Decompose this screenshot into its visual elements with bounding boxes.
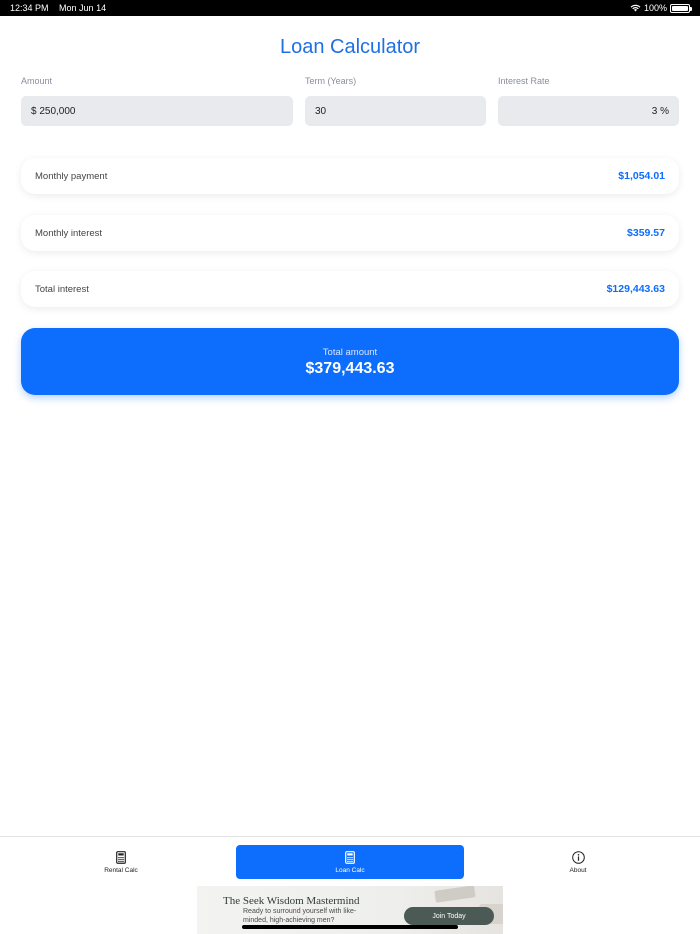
term-label: Term (Years) (305, 76, 357, 86)
calculator-icon (345, 850, 355, 864)
tab-bar: Rental Calc Loan Calc About (0, 836, 700, 885)
status-left: 12:34 PM Mon Jun 14 (10, 3, 114, 13)
monthly-interest-card: Monthly interest $359.57 (21, 215, 679, 251)
amount-label: Amount (21, 76, 53, 86)
tab-loan-calc[interactable]: Loan Calc (236, 845, 464, 879)
term-field[interactable]: 30 (305, 96, 486, 126)
tab-about-label: About (569, 866, 587, 874)
monthly-payment-label: Monthly payment (35, 170, 108, 182)
total-interest-value: $129,443.63 (606, 283, 665, 295)
monthly-interest-value: $359.57 (627, 227, 665, 239)
total-amount-card: Total amount $379,443.63 (21, 328, 679, 395)
monthly-payment-card: Monthly payment $1,054.01 (21, 158, 679, 194)
battery-percent: 100% (643, 3, 667, 13)
total-amount-value: $379,443.63 (305, 360, 395, 377)
page-title: Loan Calculator (279, 36, 421, 58)
total-amount-label: Total amount (322, 347, 378, 358)
rate-label: Interest Rate (498, 76, 550, 86)
status-time: 12:34 PM (10, 3, 49, 13)
ad-join-button[interactable]: Join Today (404, 907, 494, 925)
monthly-interest-label: Monthly interest (35, 227, 103, 239)
ad-decoration (434, 886, 476, 903)
total-interest-label: Total interest (35, 283, 89, 295)
tab-rental-calc-label: Rental Calc (104, 866, 138, 874)
amount-field[interactable]: $ 250,000 (21, 96, 293, 126)
status-bar: 12:34 PM Mon Jun 14 100% (0, 0, 700, 16)
ad-subtitle: Ready to surround yourself with like-min… (243, 908, 357, 924)
tab-about[interactable]: About (521, 845, 635, 879)
home-indicator[interactable] (242, 925, 458, 929)
status-right: 100% (630, 3, 692, 13)
monthly-payment-value: $1,054.01 (618, 170, 665, 182)
calculator-icon (116, 850, 126, 864)
tab-loan-calc-label: Loan Calc (335, 866, 365, 874)
status-date: Mon Jun 14 (59, 3, 107, 13)
tab-rental-calc[interactable]: Rental Calc (64, 845, 178, 879)
rate-field[interactable]: 3 % (498, 96, 679, 126)
battery-icon (670, 3, 692, 13)
total-interest-card: Total interest $129,443.63 (21, 271, 679, 307)
info-icon (571, 850, 585, 864)
ad-title: The Seek Wisdom Mastermind (223, 895, 360, 907)
wifi-icon (630, 4, 641, 12)
